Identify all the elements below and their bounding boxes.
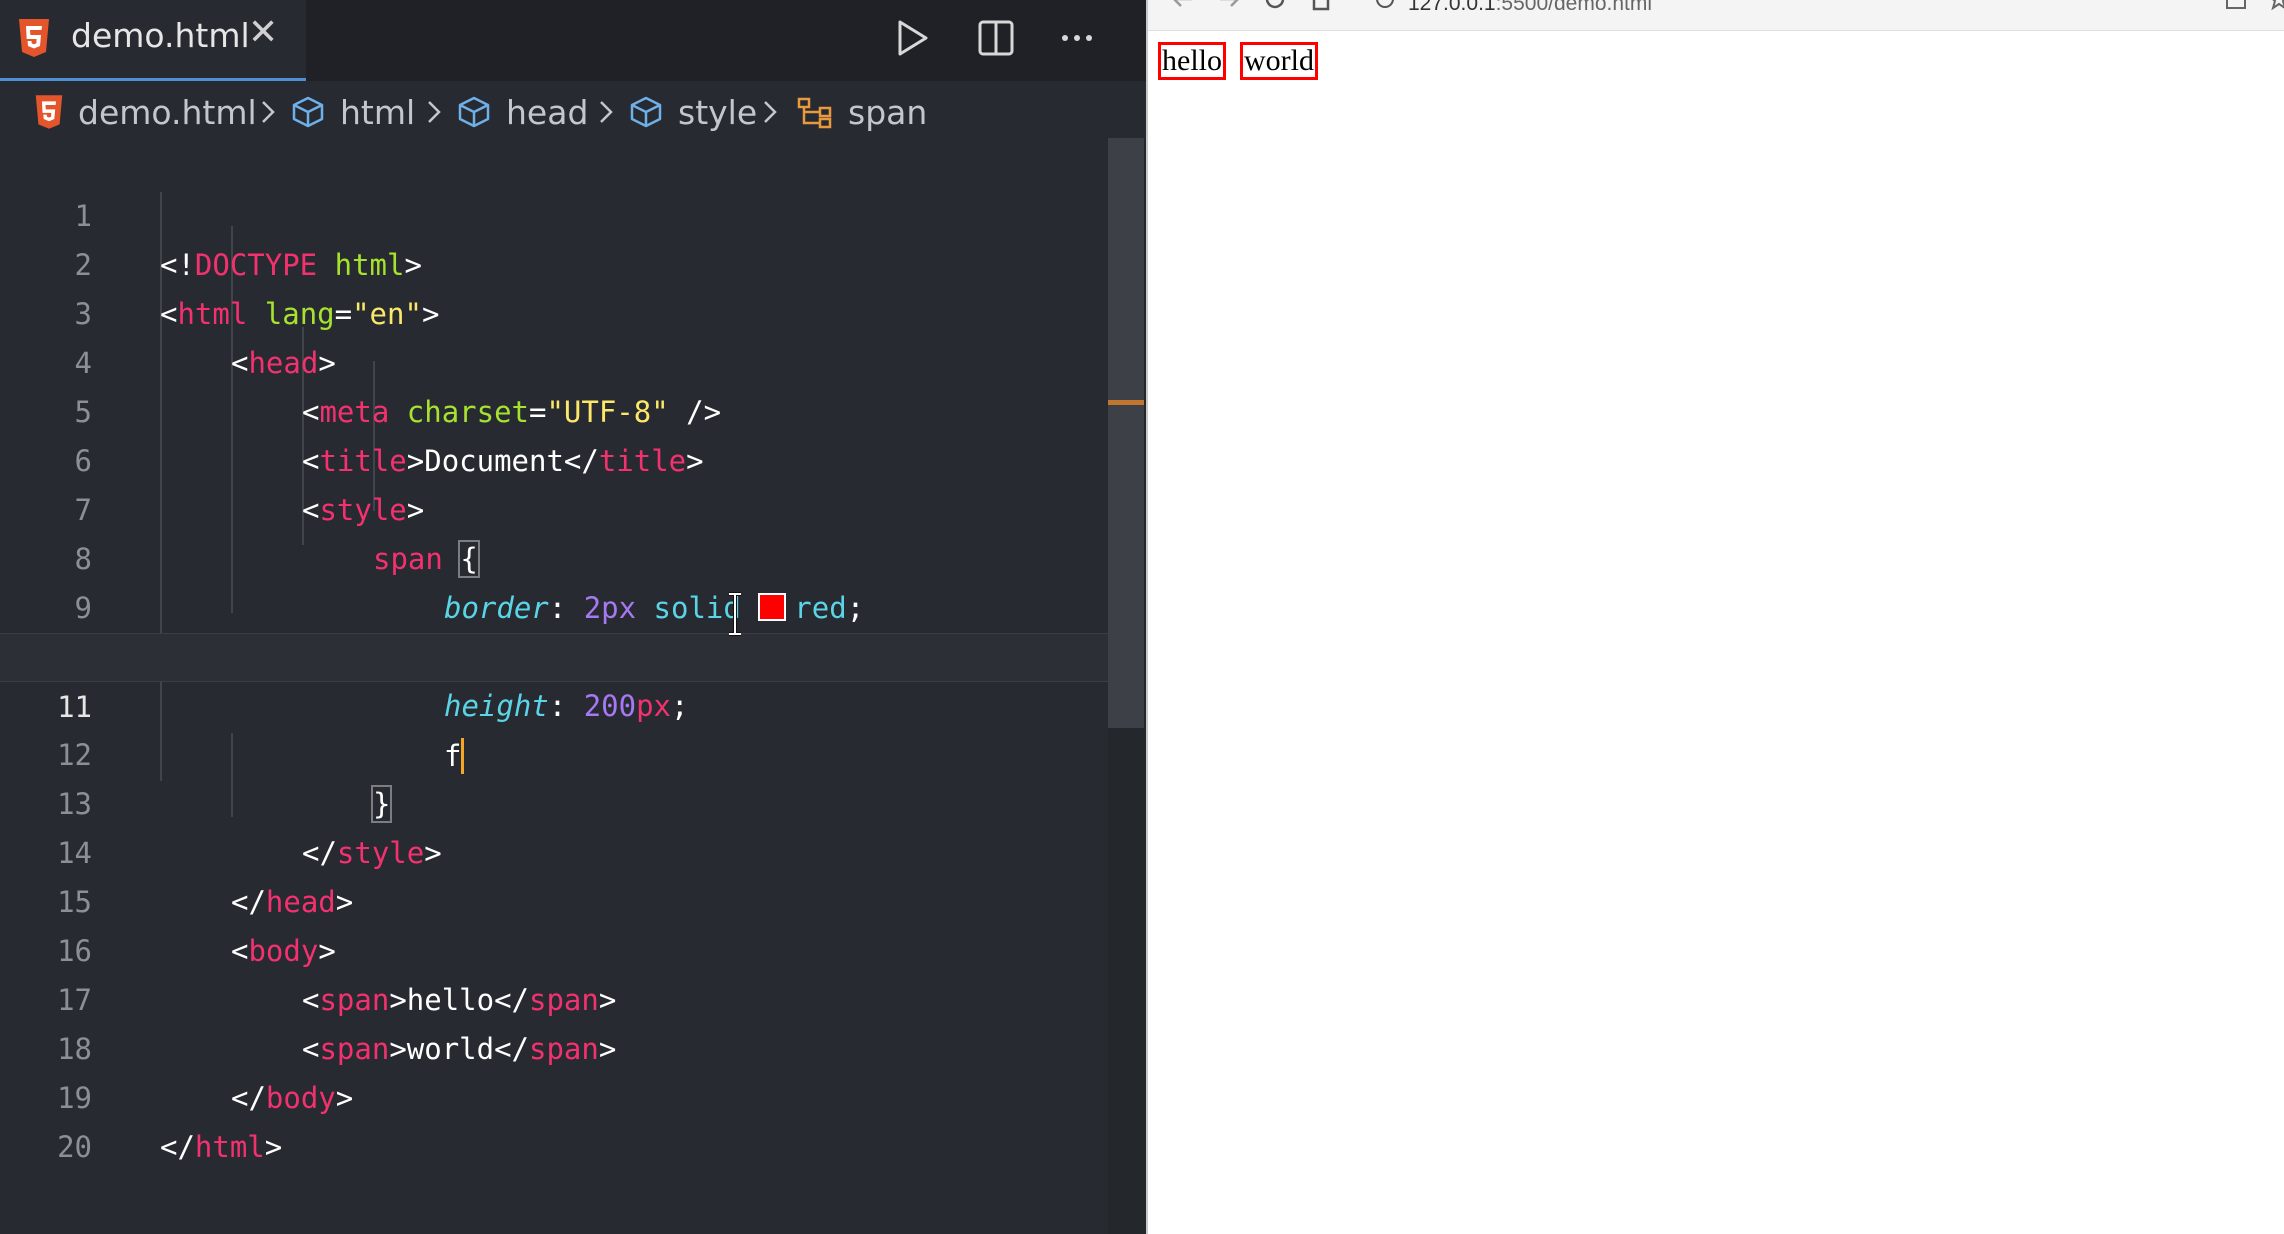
code-line[interactable]: 8 border: 2px solid red;: [0, 486, 1110, 625]
info-icon[interactable]: [1374, 0, 1396, 12]
more-icon[interactable]: [1055, 16, 1099, 60]
code-line[interactable]: 6 <style>: [0, 388, 1110, 527]
html5-icon: [19, 19, 49, 57]
breadcrumb-item-head[interactable]: head: [456, 86, 588, 138]
close-icon[interactable]: ✕: [248, 12, 278, 53]
code-line[interactable]: 14 </head>: [0, 780, 1110, 919]
code-line-active[interactable]: 11 f: [0, 633, 1110, 774]
breadcrumb-label: span: [848, 92, 928, 132]
breadcrumb-item-html[interactable]: html: [290, 86, 415, 138]
tab-label: demo.html: [71, 16, 250, 55]
chevron-right-icon: [764, 101, 777, 123]
code-text: </html>: [160, 1130, 283, 1164]
cube-icon: [292, 96, 324, 128]
span-world: world: [1240, 42, 1318, 80]
home-icon[interactable]: [1308, 0, 1334, 12]
cube-icon: [458, 96, 490, 128]
code-line[interactable]: 5 <title>Document</title>: [0, 339, 1110, 478]
breadcrumb: demo.html html head style span: [0, 86, 1146, 138]
tab-demo-html[interactable]: demo.html ✕: [0, 0, 306, 81]
translate-icon[interactable]: [2224, 0, 2250, 12]
code-line[interactable]: 9 width: 200px;: [0, 535, 1110, 674]
bookmark-star-icon[interactable]: [2266, 0, 2284, 12]
code-line[interactable]: 18 </body>: [0, 976, 1110, 1115]
breadcrumb-label: html: [340, 92, 416, 132]
code-line[interactable]: 4 <meta charset="UTF-8" />: [0, 290, 1110, 429]
code-line[interactable]: 13 </style>: [0, 731, 1110, 870]
code-line[interactable]: 12 }: [0, 682, 1110, 823]
tab-bar: demo.html ✕: [0, 0, 1146, 81]
breadcrumb-item-style[interactable]: style: [628, 86, 757, 138]
breadcrumb-label: demo.html: [78, 92, 257, 132]
forward-icon[interactable]: [1216, 0, 1242, 12]
code-line[interactable]: 2 <html lang="en">: [0, 192, 1110, 331]
code-line[interactable]: 1 <!DOCTYPE html>: [0, 143, 1110, 282]
breadcrumb-item-span[interactable]: span: [796, 86, 927, 138]
breadcrumb-label: style: [678, 92, 758, 132]
breadcrumb-item-file[interactable]: demo.html: [34, 86, 257, 138]
code-line[interactable]: 16 <span>hello</span>: [0, 878, 1110, 1017]
code-line[interactable]: 7 span {: [0, 437, 1110, 578]
line-number: 20: [57, 1130, 92, 1164]
rendered-page: hello world: [1148, 30, 2284, 1234]
split-editor-icon[interactable]: [974, 16, 1018, 60]
chevron-right-icon: [428, 101, 441, 123]
breadcrumb-label: head: [506, 92, 589, 132]
code-line[interactable]: 3 <head>: [0, 241, 1110, 380]
cube-icon: [630, 96, 662, 128]
scrollbar-cursor-marker: [1108, 400, 1144, 405]
span-hello: hello: [1158, 42, 1226, 80]
back-icon[interactable]: [1170, 0, 1196, 12]
url-text[interactable]: 127.0.0.1:5500/demo.html: [1408, 0, 1652, 16]
address-bar[interactable]: 127.0.0.1:5500/demo.html: [1148, 0, 2284, 31]
chevron-right-icon: [600, 101, 613, 123]
run-icon[interactable]: [890, 16, 934, 60]
browser-preview: 127.0.0.1:5500/demo.html hello world: [1146, 0, 2284, 1234]
code-line[interactable]: 20: [0, 1074, 1110, 1164]
text-cursor-ibeam-icon: [729, 592, 741, 636]
scrollbar-thumb[interactable]: [1108, 138, 1144, 728]
code-line[interactable]: 17 <span>world</span>: [0, 927, 1110, 1066]
code-editor[interactable]: demo.html ✕ demo.html html head style sp…: [0, 0, 1146, 1234]
html5-icon: [35, 95, 63, 129]
reload-icon[interactable]: [1262, 0, 1288, 12]
code-line[interactable]: 10 height: 200px;: [0, 584, 1110, 723]
selector-icon: [797, 97, 832, 129]
code-line[interactable]: 19 </html>: [0, 1025, 1110, 1164]
chevron-right-icon: [262, 101, 275, 123]
code-line[interactable]: 15 <body>: [0, 829, 1110, 968]
